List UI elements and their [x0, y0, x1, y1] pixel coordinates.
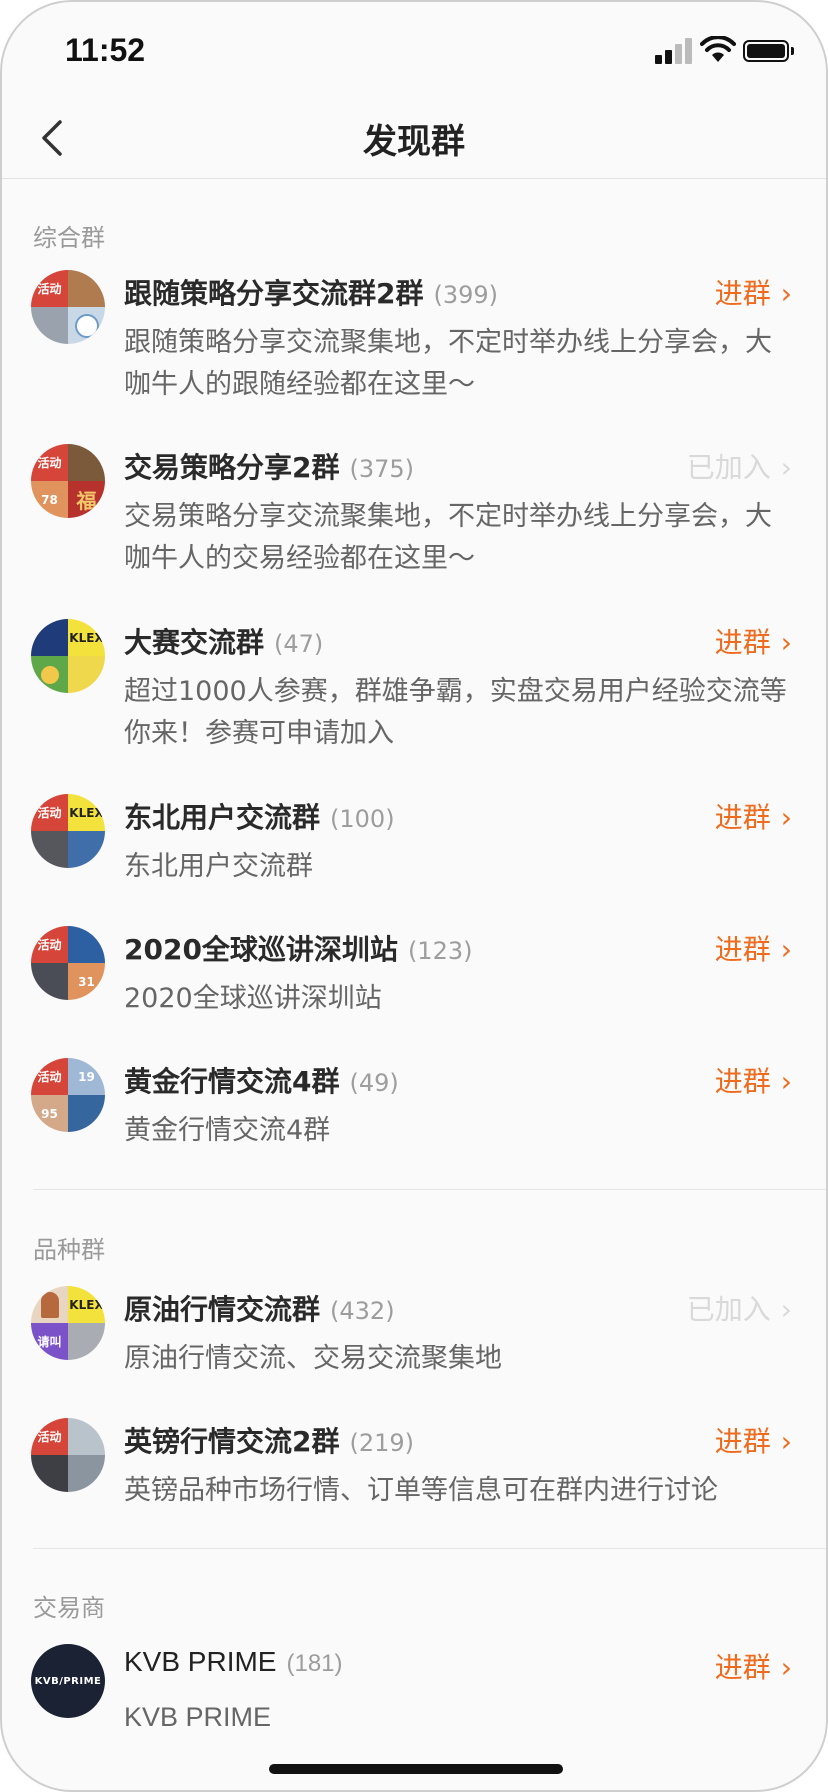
join-button[interactable]: 进群 › — [715, 1060, 792, 1100]
member-count: (432) — [330, 1297, 395, 1325]
group-name: 东北用户交流群 (100) — [124, 801, 395, 834]
join-button[interactable]: 进群 › — [715, 272, 792, 312]
section-label-general: 综合群 — [33, 224, 105, 252]
group-description: 超过1000人参赛，群雄争霸，实盘交易用户经验交流等你来！参赛可申请加入 — [124, 676, 787, 749]
kvb-logo: KVB/PRIME — [31, 1644, 105, 1718]
chevron-right-icon: › — [780, 933, 792, 966]
chevron-right-icon: › — [780, 626, 792, 659]
group-avatar: 活动 19 95 — [31, 1058, 105, 1132]
member-count: (123) — [407, 937, 473, 965]
wifi-icon — [700, 36, 736, 62]
group-avatar: 活动 KLEX — [31, 794, 105, 868]
group-name: KVB PRIME (181) — [124, 1646, 343, 1677]
chevron-right-icon: › — [780, 1065, 792, 1098]
group-avatar: 活动 78 福 — [31, 444, 105, 518]
status-bar: 11:52 — [2, 2, 826, 102]
group-name: 跟随策略分享交流群2群 (399) — [124, 277, 499, 310]
join-button[interactable]: 进群 › — [715, 796, 792, 836]
section-divider — [33, 1189, 826, 1190]
group-description: 英镑品种市场行情、订单等信息可在群内进行讨论 — [124, 1475, 718, 1506]
group-description: 东北用户交流群 — [124, 851, 313, 882]
section-label-broker: 交易商 — [33, 1594, 105, 1622]
battery-icon — [743, 40, 789, 62]
group-name: 交易策略分享2群 (375) — [124, 451, 415, 484]
group-name: 英镑行情交流2群 (219) — [124, 1425, 415, 1458]
chevron-right-icon: › — [780, 1293, 792, 1326]
chevron-right-icon: › — [780, 277, 792, 310]
status-time: 11:52 — [65, 32, 146, 68]
group-description: KVB PRIME — [124, 1702, 272, 1732]
section-label-variety: 品种群 — [33, 1236, 105, 1264]
join-button[interactable]: 进群 › — [715, 1646, 792, 1686]
section-divider — [33, 1548, 826, 1549]
home-indicator — [269, 1764, 563, 1774]
member-count: (399) — [433, 281, 499, 309]
group-description: 交易策略分享交流聚集地，不定时举办线上分享会，大咖牛人的交易经验都在这里～ — [124, 501, 772, 574]
group-name: 2020全球巡讲深圳站 (123) — [124, 933, 473, 966]
group-avatar: 活动 — [31, 270, 105, 344]
member-count: (47) — [274, 630, 324, 658]
nav-bar: 发现群 — [2, 102, 826, 179]
chevron-right-icon: › — [780, 801, 792, 834]
group-avatar: KLEX — [31, 619, 105, 693]
group-avatar: 活动 31 — [31, 926, 105, 1000]
group-description: 黄金行情交流4群 — [124, 1115, 331, 1146]
chevron-right-icon: › — [780, 1651, 792, 1684]
group-description: 跟随策略分享交流聚集地，不定时举办线上分享会，大咖牛人的跟随经验都在这里～ — [124, 327, 772, 400]
member-count: (100) — [330, 805, 395, 833]
group-description: 2020全球巡讲深圳站 — [124, 983, 382, 1014]
join-button[interactable]: 进群 › — [715, 1420, 792, 1460]
group-avatar: KLEX 请叫 — [31, 1286, 105, 1360]
chevron-right-icon: › — [780, 1425, 792, 1458]
page-title: 发现群 — [363, 122, 465, 162]
member-count: (181) — [286, 1650, 343, 1677]
join-button[interactable]: 进群 › — [715, 928, 792, 968]
member-count: (49) — [349, 1069, 399, 1097]
signal-icon — [655, 38, 693, 64]
joined-status: 已加入 › — [686, 451, 792, 484]
chevron-right-icon: › — [780, 451, 792, 484]
group-name: 大赛交流群 (47) — [124, 626, 324, 659]
group-name: 黄金行情交流4群 (49) — [124, 1065, 399, 1098]
member-count: (375) — [349, 455, 415, 483]
phone-frame: 11:52 发现群 综合群 活动 跟随策略分享交流群2群 (399) 跟随策略分… — [0, 0, 828, 1792]
join-button[interactable]: 进群 › — [715, 621, 792, 661]
group-name: 原油行情交流群 (432) — [124, 1293, 395, 1326]
group-avatar: 活动 — [31, 1418, 105, 1492]
joined-status: 已加入 › — [686, 1293, 792, 1326]
member-count: (219) — [349, 1429, 415, 1457]
group-description: 原油行情交流、交易交流聚集地 — [124, 1343, 502, 1374]
battery-tip — [791, 47, 794, 55]
